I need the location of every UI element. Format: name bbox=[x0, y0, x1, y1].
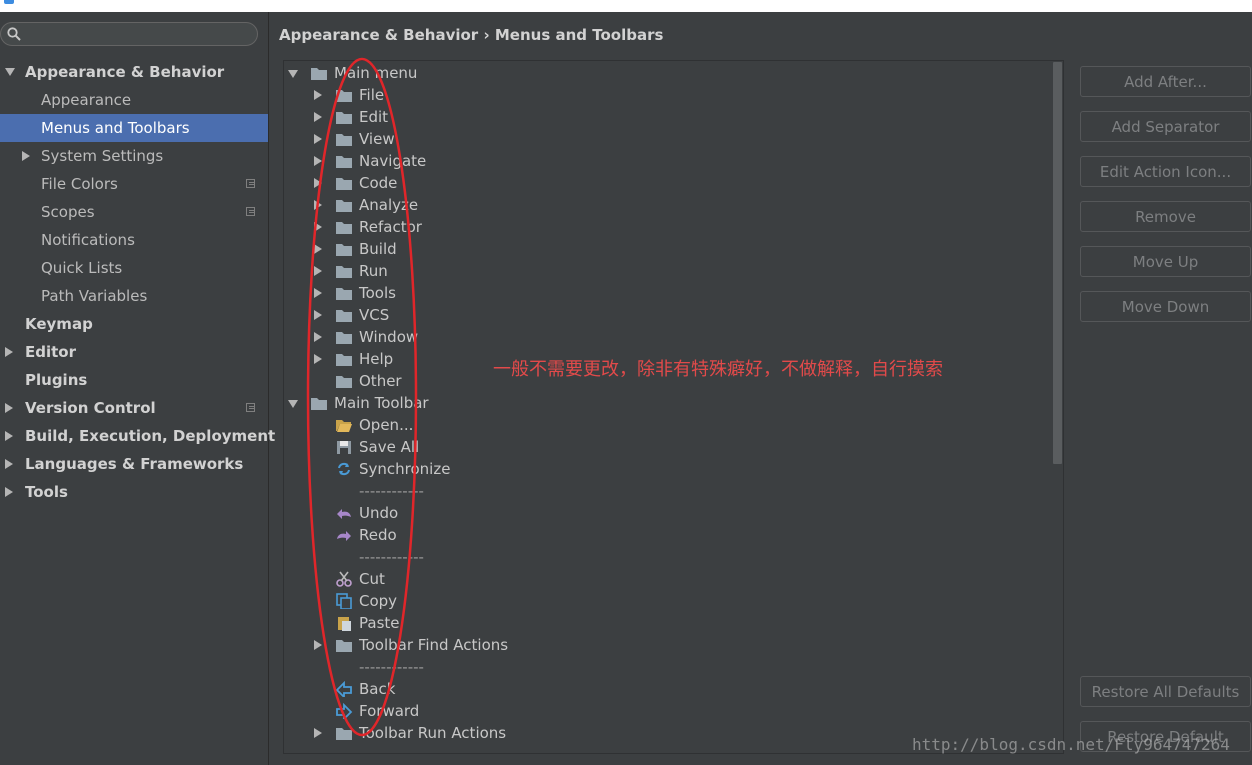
project-level-icon bbox=[246, 403, 255, 412]
sidebar-item-path-variables[interactable]: Path Variables bbox=[0, 282, 268, 310]
expand-arrow-icon[interactable] bbox=[5, 68, 15, 76]
sidebar-item-build-execution-deployment[interactable]: Build, Execution, Deployment bbox=[0, 422, 275, 450]
sidebar-item-label: Notifications bbox=[41, 231, 135, 249]
watermark: http://blog.csdn.net/Fly964747264 bbox=[912, 735, 1230, 754]
tree-scrollbar[interactable] bbox=[1053, 62, 1062, 464]
breadcrumb-page: Menus and Toolbars bbox=[494, 26, 664, 44]
sidebar-item-menus-and-toolbars[interactable]: Menus and Toolbars bbox=[0, 114, 268, 142]
expand-arrow-icon[interactable] bbox=[288, 70, 298, 78]
collapse-arrow-icon[interactable] bbox=[5, 347, 13, 357]
sidebar-item-label: System Settings bbox=[41, 147, 164, 165]
sidebar-item-label: Menus and Toolbars bbox=[41, 119, 190, 137]
collapse-arrow-icon[interactable] bbox=[5, 403, 13, 413]
sidebar-item-label: Appearance bbox=[41, 91, 132, 109]
sidebar-item-appearance[interactable]: Appearance bbox=[0, 86, 268, 114]
breadcrumb-section[interactable]: Appearance & Behavior bbox=[279, 26, 478, 44]
sidebar-item-label: Editor bbox=[25, 343, 76, 361]
search-input[interactable] bbox=[25, 25, 249, 45]
sidebar-item-label: Path Variables bbox=[41, 287, 148, 305]
annotation-ellipse bbox=[306, 57, 418, 737]
sidebar-item-label: Languages & Frameworks bbox=[25, 455, 244, 473]
collapse-arrow-icon[interactable] bbox=[5, 459, 13, 469]
window-title-bar bbox=[0, 0, 1252, 12]
breadcrumb-separator: › bbox=[483, 26, 490, 44]
sidebar-item-keymap[interactable]: Keymap bbox=[0, 310, 268, 338]
sidebar-item-file-colors[interactable]: File Colors bbox=[0, 170, 268, 198]
sidebar-item-editor[interactable]: Editor bbox=[0, 338, 268, 366]
sidebar-item-label: File Colors bbox=[41, 175, 118, 193]
search-icon bbox=[7, 27, 21, 41]
edit-action-icon-button[interactable]: Edit Action Icon... bbox=[1080, 156, 1251, 187]
add-separator-button[interactable]: Add Separator bbox=[1080, 111, 1251, 142]
move-up-button[interactable]: Move Up bbox=[1080, 246, 1251, 277]
sidebar-item-label: Build, Execution, Deployment bbox=[25, 427, 276, 445]
breadcrumb: Appearance & Behavior › Menus and Toolba… bbox=[279, 26, 663, 44]
sidebar-item-tools[interactable]: Tools bbox=[0, 478, 268, 506]
restore-all-defaults-button[interactable]: Restore All Defaults bbox=[1080, 676, 1251, 707]
sidebar-item-appearance-behavior[interactable]: Appearance & Behavior bbox=[0, 58, 268, 86]
add-after-button[interactable]: Add After... bbox=[1080, 66, 1251, 97]
sidebar-item-label: Quick Lists bbox=[41, 259, 123, 277]
sidebar-item-label: Version Control bbox=[25, 399, 156, 417]
project-level-icon bbox=[246, 179, 255, 188]
sidebar-item-languages-frameworks[interactable]: Languages & Frameworks bbox=[0, 450, 268, 478]
sidebar-item-system-settings[interactable]: System Settings bbox=[0, 142, 268, 170]
collapse-arrow-icon[interactable] bbox=[5, 431, 13, 441]
remove-button[interactable]: Remove bbox=[1080, 201, 1251, 232]
project-level-icon bbox=[246, 207, 255, 216]
sidebar-item-scopes[interactable]: Scopes bbox=[0, 198, 268, 226]
annotation-note: 一般不需要更改，除非有特殊癖好，不做解释，自行摸索 bbox=[493, 359, 943, 380]
sidebar-item-label: Tools bbox=[25, 483, 68, 501]
settings-sidebar: Appearance & Behavior Appearance Menus and… bbox=[0, 12, 275, 765]
sidebar-item-notifications[interactable]: Notifications bbox=[0, 226, 268, 254]
sidebar-item-label: Scopes bbox=[41, 203, 95, 221]
move-down-button[interactable]: Move Down bbox=[1080, 291, 1251, 322]
sidebar-item-label: Appearance & Behavior bbox=[25, 63, 225, 81]
sidebar-item-label: Keymap bbox=[25, 315, 93, 333]
sidebar-item-quick-lists[interactable]: Quick Lists bbox=[0, 254, 268, 282]
collapse-arrow-icon[interactable] bbox=[22, 151, 30, 161]
search-field[interactable] bbox=[0, 22, 258, 46]
expand-arrow-icon[interactable] bbox=[288, 400, 298, 408]
sidebar-item-plugins[interactable]: Plugins bbox=[0, 366, 268, 394]
app-icon bbox=[4, 0, 14, 4]
sidebar-item-version-control[interactable]: Version Control bbox=[0, 394, 268, 422]
sidebar-item-label: Plugins bbox=[25, 371, 88, 389]
settings-nav-tree: Appearance & Behavior Appearance Menus and… bbox=[0, 58, 275, 506]
collapse-arrow-icon[interactable] bbox=[5, 487, 13, 497]
